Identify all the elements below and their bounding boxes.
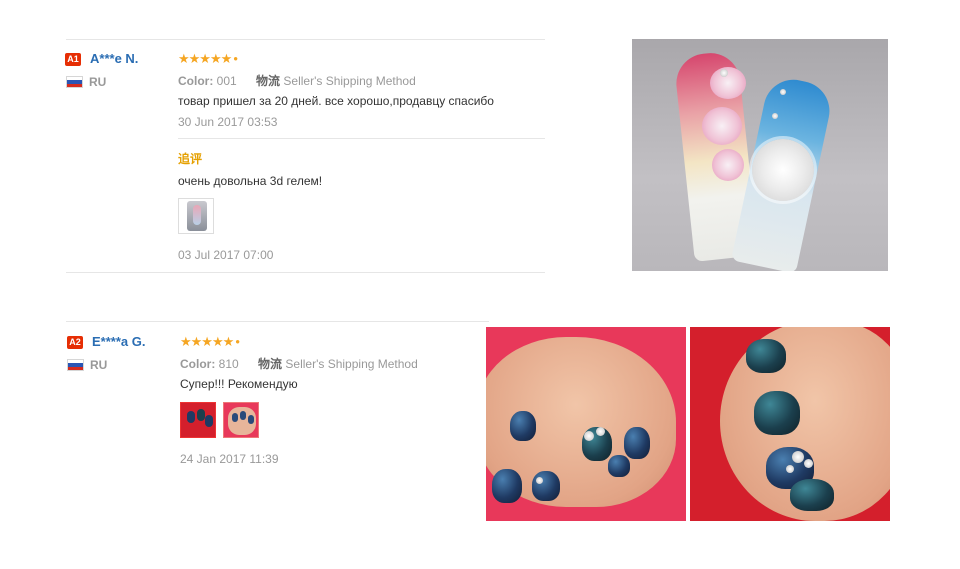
rhinestone (772, 113, 778, 119)
nail (492, 469, 522, 503)
nail (608, 455, 630, 477)
shipping-method: Seller's Shipping Method (283, 74, 416, 88)
review-photo-hand-1[interactable] (486, 327, 686, 521)
flower-decoration (712, 149, 744, 181)
shipping-method: Seller's Shipping Method (285, 357, 418, 371)
review-text: товар пришел за 20 дней. все хорошо,прод… (178, 94, 494, 108)
rhinestone (804, 459, 813, 468)
flower-decoration (710, 67, 746, 99)
review-2-top-divider (66, 321, 489, 322)
followup-text: очень довольна 3d гелем! (178, 174, 323, 188)
review-photo-thumbnail[interactable] (178, 198, 214, 234)
review-text: Супер!!! Рекомендую (180, 377, 298, 391)
order-info: Color: 810 物流 Seller's Shipping Method (180, 355, 418, 372)
rhinestone (780, 89, 786, 95)
color-value: 810 (218, 357, 239, 371)
star-icons: ★★★★★ (180, 334, 234, 349)
rhinestone (792, 451, 804, 463)
nail (532, 471, 560, 501)
nail (746, 339, 786, 373)
nail (510, 411, 536, 441)
rhinestone (786, 465, 794, 473)
star-icons: ★★★★★ (178, 51, 232, 66)
color-value: 001 (216, 74, 237, 88)
white-rose-decoration (752, 139, 814, 201)
nail (790, 479, 834, 511)
rhinestone (720, 69, 728, 77)
review-photo-thumbnail[interactable] (180, 402, 216, 438)
buyer-level-badge: A2 (67, 336, 83, 349)
color-label: Color: (180, 357, 216, 371)
rhinestone (584, 431, 594, 441)
followup-date: 03 Jul 2017 07:00 (178, 248, 274, 262)
review-date: 24 Jan 2017 11:39 (180, 452, 279, 466)
reviewer-name: E****a G. (92, 334, 146, 349)
review-date: 30 Jun 2017 03:53 (178, 115, 278, 129)
order-info: Color: 001 物流 Seller's Shipping Method (178, 72, 416, 89)
buyer-level-badge: A1 (65, 53, 81, 66)
review-1-top-divider (66, 39, 545, 40)
review-photo-hand-2[interactable] (690, 327, 890, 521)
rhinestone (596, 427, 605, 436)
review-photo-thumbnail[interactable] (223, 402, 259, 438)
rating-stars: ★★★★★ ● (178, 51, 239, 66)
review-1-bottom-divider (66, 272, 545, 273)
russia-flag-icon (66, 76, 83, 88)
followup-divider (178, 138, 545, 139)
rhinestone (536, 477, 543, 484)
review-photo-3d-flower-nails[interactable] (632, 39, 888, 271)
reviewer-country: RU (89, 75, 107, 89)
shipping-label: 物流 (256, 74, 281, 88)
nail (624, 427, 650, 459)
flower-decoration (702, 107, 742, 145)
reviewer-country: RU (90, 358, 108, 372)
russia-flag-icon (67, 359, 84, 371)
followup-label: 追评 (178, 152, 203, 166)
rating-stars: ★★★★★ ● (180, 334, 241, 349)
nail (754, 391, 800, 435)
shipping-label: 物流 (258, 357, 283, 371)
color-label: Color: (178, 74, 214, 88)
reviewer-name: A***e N. (90, 51, 139, 66)
